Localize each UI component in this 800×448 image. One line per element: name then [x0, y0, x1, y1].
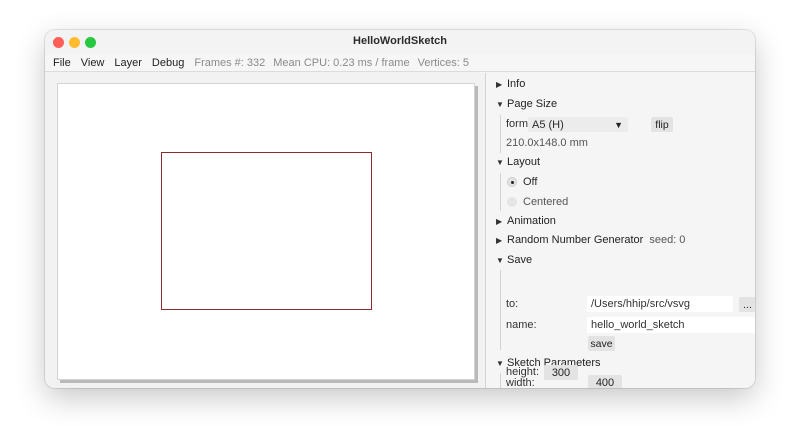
format-select[interactable]: A5 (H) ▼ [528, 117, 628, 132]
flip-button[interactable]: flip [651, 117, 673, 132]
chevron-down-icon: ▼ [614, 119, 623, 130]
section-save-label: Save [507, 254, 533, 266]
sketch-viewport[interactable] [45, 73, 485, 388]
settings-panel: ▶ Info ▼ Page Size format: A5 (H) ▼ flip… [486, 73, 755, 388]
menu-layer[interactable]: Layer [114, 57, 142, 69]
vertices-counter: Vertices: 5 [417, 56, 469, 69]
rng-seed-readout: seed: 0 [649, 234, 686, 246]
layout-option-centered[interactable]: Centered [507, 193, 568, 211]
section-page-size-label: Page Size [507, 98, 558, 110]
save-button[interactable]: save [588, 336, 615, 351]
menu-bar: File View Layer Debug Frames #: 332 Mean… [45, 54, 755, 72]
radio-unselected-icon [507, 197, 517, 207]
indent-guide [500, 270, 501, 350]
format-select-value: A5 (H) [532, 118, 564, 131]
height-label-row: height: [506, 363, 539, 381]
save-name-label-row: name: [506, 316, 537, 334]
width-input[interactable]: 400 [588, 375, 622, 388]
sketch-rectangle [161, 152, 372, 310]
expand-arrow-icon: ▶ [496, 216, 503, 226]
indent-guide [500, 173, 501, 211]
app-window: HelloWorldSketch File View Layer Debug F… [45, 30, 755, 388]
radio-selected-icon [507, 177, 517, 187]
section-animation[interactable]: ▶ Animation [496, 212, 556, 230]
layout-option-off-label: Off [523, 176, 538, 188]
page-dimensions-text: 210.0x148.0 mm [506, 137, 588, 149]
indent-guide [500, 115, 501, 153]
section-save[interactable]: ▼ Save [496, 251, 532, 269]
section-info[interactable]: ▶ Info [496, 75, 525, 93]
height-label: height: [506, 366, 540, 378]
page-preview [57, 83, 475, 380]
page-dimensions: 210.0x148.0 mm [506, 134, 588, 152]
save-to-label: to: [506, 298, 519, 310]
collapse-arrow-icon: ▼ [496, 99, 504, 109]
window-title: HelloWorldSketch [353, 35, 447, 47]
collapse-arrow-icon: ▼ [496, 255, 504, 265]
menu-view[interactable]: View [81, 57, 105, 69]
expand-arrow-icon: ▶ [496, 79, 503, 89]
section-info-label: Info [507, 78, 526, 90]
save-to-label-row: to: [506, 295, 518, 313]
save-path-input[interactable]: /Users/hhip/src/vsvg [587, 296, 733, 312]
mean-cpu-readout: Mean CPU: 0.23 ms / frame [273, 56, 410, 69]
menu-debug[interactable]: Debug [152, 57, 184, 69]
save-name-label: name: [506, 319, 537, 331]
save-name-input[interactable]: hello_world_sketch [587, 317, 755, 333]
section-page-size[interactable]: ▼ Page Size [496, 95, 557, 113]
browse-button[interactable]: ... [739, 297, 755, 312]
layout-option-centered-label: Centered [523, 196, 569, 208]
frames-counter: Frames #: 332 [194, 56, 266, 69]
expand-arrow-icon: ▶ [496, 235, 503, 245]
format-row: format: A5 (H) ▼ flip [506, 115, 746, 133]
height-input[interactable]: 300 [544, 365, 578, 380]
section-layout[interactable]: ▼ Layout [496, 153, 540, 171]
title-bar: HelloWorldSketch [45, 30, 755, 55]
layout-option-off[interactable]: Off [507, 173, 537, 191]
collapse-arrow-icon: ▼ [496, 157, 504, 167]
menu-file[interactable]: File [53, 57, 71, 69]
section-animation-label: Animation [507, 215, 556, 227]
section-rng[interactable]: ▶ Random Number Generator seed: 0 [496, 231, 685, 249]
indent-guide [500, 373, 501, 388]
section-rng-label: Random Number Generator [507, 234, 644, 246]
section-layout-label: Layout [507, 156, 541, 168]
